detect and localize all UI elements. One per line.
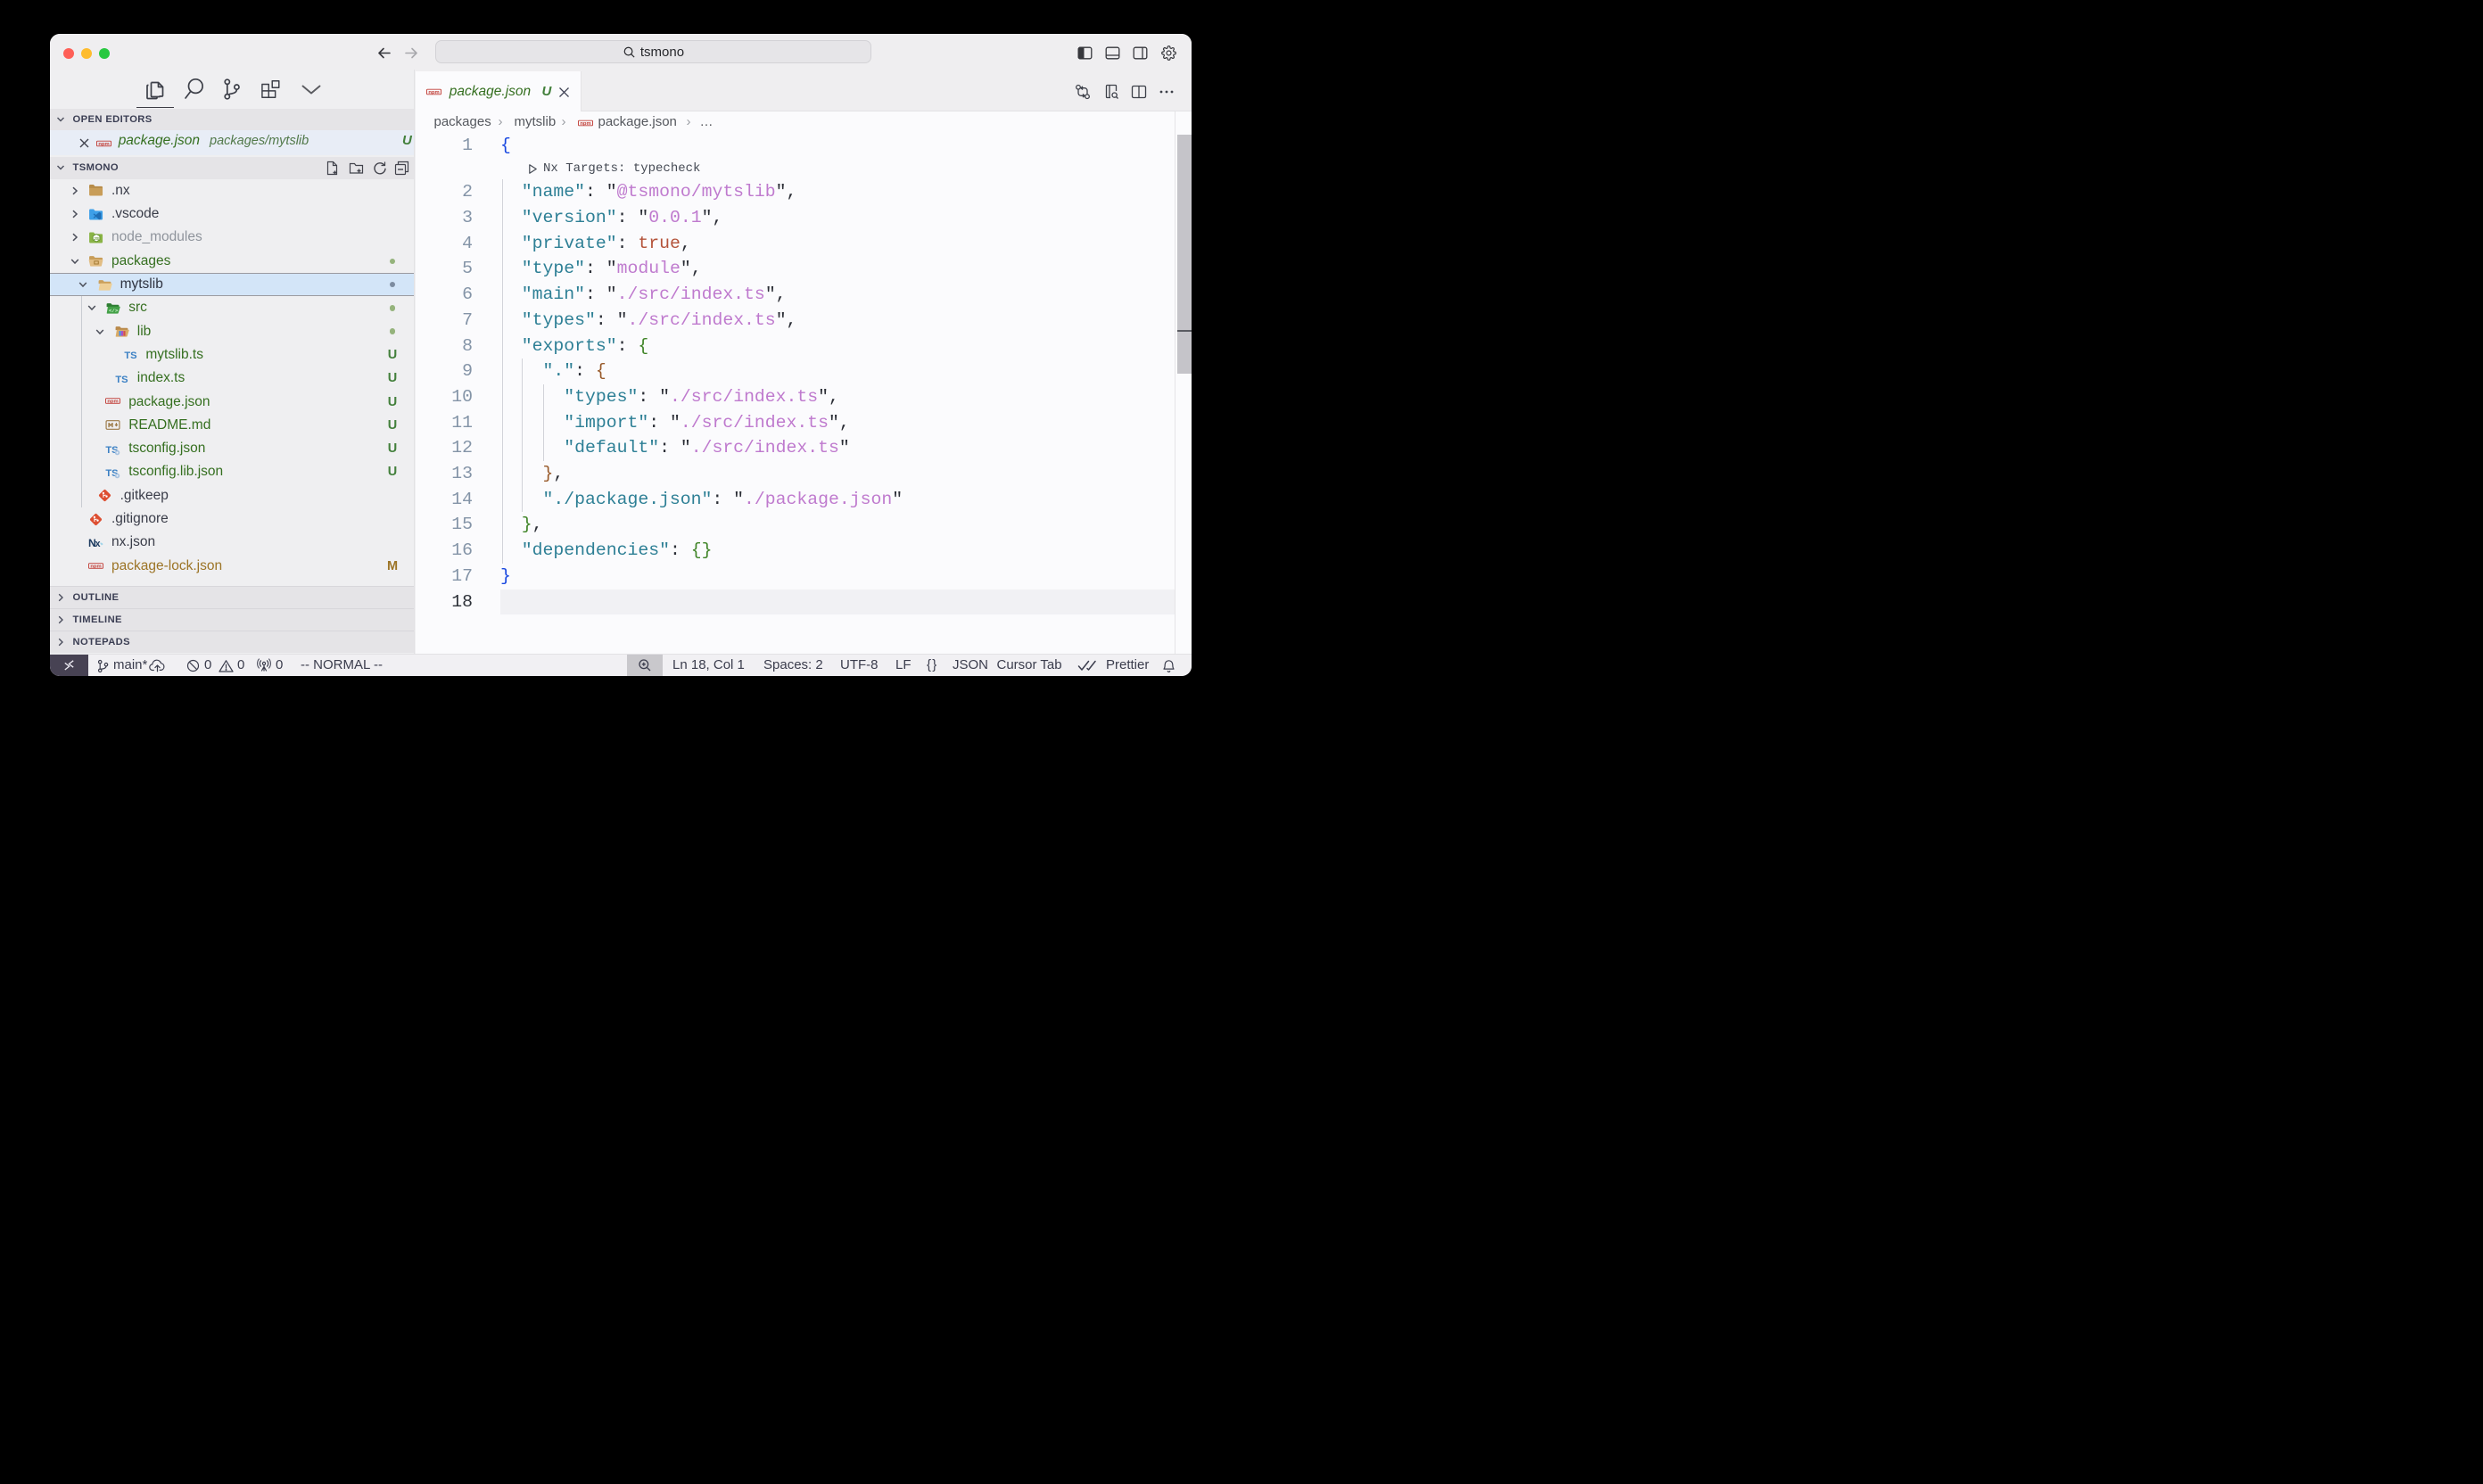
svg-text:</>: </> <box>109 308 119 314</box>
svg-text:npm: npm <box>428 90 439 95</box>
svg-text:npm: npm <box>98 142 109 147</box>
svg-text:JS: JS <box>94 236 100 242</box>
svg-text:TS: TS <box>124 351 136 362</box>
svg-text:x: x <box>95 539 101 549</box>
svg-text:npm: npm <box>580 120 590 126</box>
svg-text:npm: npm <box>107 400 118 405</box>
svg-text:npm: npm <box>90 564 101 569</box>
svg-text:TS: TS <box>115 375 128 385</box>
